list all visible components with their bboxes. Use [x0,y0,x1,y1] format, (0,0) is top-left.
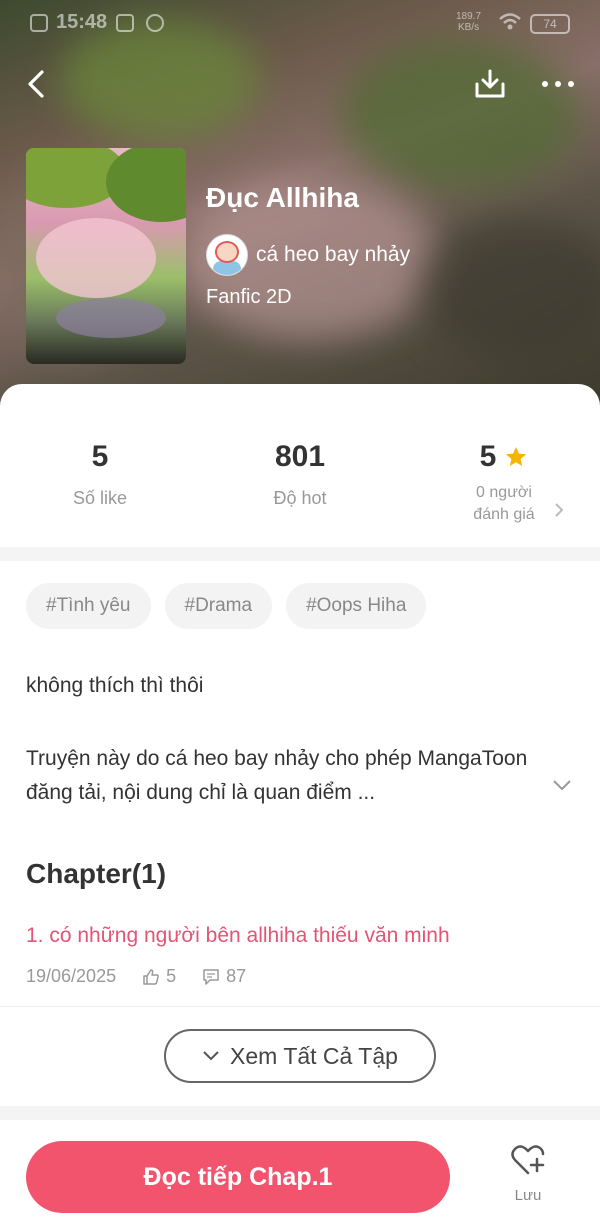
hot-stat: 801 Độ hot [240,440,360,509]
description-line: không thích thì thôi [26,674,204,697]
back-button[interactable] [18,62,54,106]
download-icon [475,69,505,98]
comment-icon [203,968,219,985]
download-button[interactable] [468,62,512,106]
story-title: Đục Allhiha [206,182,359,213]
tag-item[interactable]: #Oops Hiha [286,583,427,629]
star-icon [506,447,527,466]
status-bar: 15:48 189.7 KB/s 74 [0,0,600,46]
author-name: cá heo bay nhảy [256,243,411,266]
divider [0,1006,600,1007]
continue-reading-button[interactable]: Đọc tiếp Chap.1 [26,1141,450,1213]
likes-label: Số like [72,488,128,508]
expand-description-button[interactable] [552,778,572,796]
save-label: Lưu [514,1187,542,1204]
chapter-comments: 87 [226,966,247,986]
chevron-right-icon[interactable] [554,501,564,524]
battery-indicator: 74 [530,14,570,34]
tag-item[interactable]: #Tình yêu [26,583,151,629]
app-icon [146,14,164,32]
see-all-chapters-button[interactable]: Xem Tất Cả Tập [164,1029,436,1083]
story-genre: Fanfic 2D [206,286,292,308]
rating-sub-label: đánh giá [473,506,535,523]
section-divider [0,1106,600,1120]
wifi-icon [499,13,521,30]
thumbs-up-icon [143,968,159,985]
hot-count: 801 [274,440,326,473]
rating-count-label: 0 người [476,484,532,501]
heart-plus-icon [511,1145,545,1175]
chevron-down-icon [203,1051,219,1061]
more-horizontal-icon [542,81,574,87]
status-time: 15:48 [56,11,108,33]
chapter-meta: 19/06/2025 5 87 [26,966,246,987]
chapter-date: 19/06/2025 [26,966,117,986]
likes-count: 5 [91,440,109,473]
tag-item[interactable]: #Drama [164,583,273,629]
section-divider [0,547,600,561]
chevron-down-icon [553,780,571,791]
chapter-heading: Chapter(1) [26,858,167,889]
tag-list: #Tình yêu #Drama #Oops Hiha [26,583,427,629]
stats-row: 5 Số like 801 Độ hot 5 0 người đánh giá [0,440,600,544]
story-cover-image [26,148,186,364]
rating-value: 5 [479,440,497,473]
notification-icon [30,14,48,32]
chevron-left-icon [28,70,44,98]
description-disclaimer: Truyện này do cá heo bay nhảy cho phép M… [26,747,528,804]
chapter-likes: 5 [166,966,177,986]
hot-label: Độ hot [273,488,327,508]
save-button[interactable]: Lưu [498,1144,558,1204]
network-speed: 189.7 KB/s [456,11,482,33]
see-all-label: Xem Tất Cả Tập [230,1042,398,1069]
chapter-link[interactable]: 1. có những người bên allhiha thiếu văn … [26,924,450,948]
youtube-icon [116,14,134,32]
author-link[interactable]: cá heo bay nhảy [206,234,410,276]
author-avatar [206,234,248,276]
more-button[interactable] [534,62,582,106]
rating-stat[interactable]: 5 0 người đánh giá [444,440,564,526]
likes-stat: 5 Số like [40,440,160,509]
